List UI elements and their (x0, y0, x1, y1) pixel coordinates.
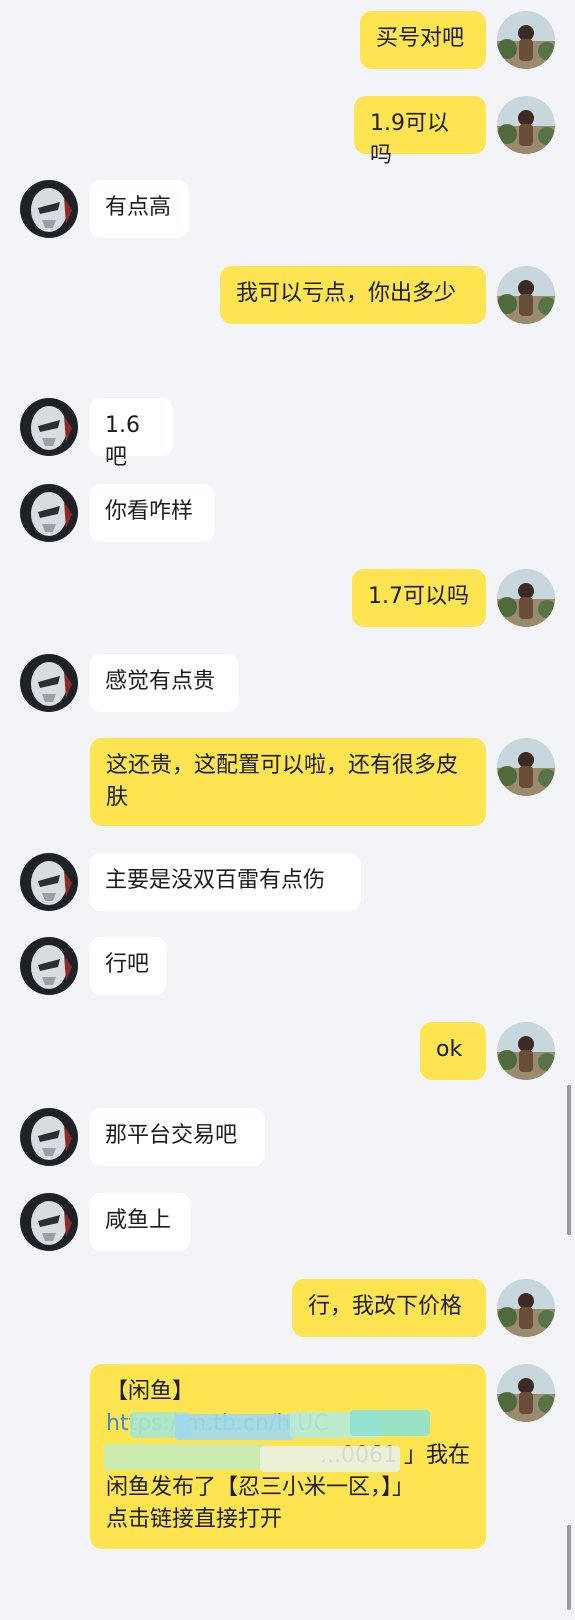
contact-avatar-icon[interactable] (20, 937, 78, 995)
message-bubble[interactable]: 1.7可以吗 (352, 569, 486, 627)
contact-avatar-icon[interactable] (20, 484, 78, 542)
redaction-blur (260, 1446, 400, 1472)
user-avatar-image (497, 96, 555, 154)
user-avatar-icon[interactable] (497, 11, 555, 69)
user-avatar-image (497, 11, 555, 69)
message-text: 1.9可以吗 (370, 111, 449, 168)
incoming-message-row: 你看咋样 (0, 484, 575, 542)
user-avatar-image (497, 569, 555, 627)
message-bubble[interactable]: 行吧 (89, 937, 167, 995)
message-bubble[interactable]: 1.9可以吗 (354, 96, 486, 168)
message-bubble[interactable]: 【闲鱼】https://m.tb.cn/h.UC...0061 」我在闲鱼发布了… (90, 1364, 486, 1549)
contact-avatar-icon[interactable] (20, 398, 78, 456)
outgoing-message-row: 这还贵，这配置可以啦，还有很多皮肤 (0, 738, 575, 826)
message-bubble[interactable]: 1.6吧 (89, 398, 173, 470)
outgoing-message-row: 行，我改下价格 (0, 1279, 575, 1337)
message-text: 行，我改下价格 (308, 1294, 463, 1319)
share-header-text: 【闲鱼】 (106, 1379, 195, 1404)
message-text: 1.7可以吗 (368, 584, 469, 609)
outgoing-message-row: 买号对吧 (0, 11, 575, 69)
message-bubble[interactable]: 那平台交易吧 (89, 1108, 265, 1166)
message-text: 你看咋样 (105, 499, 194, 524)
message-text: 行吧 (105, 952, 150, 977)
contact-avatar-image (20, 180, 78, 238)
incoming-message-row: 行吧 (0, 937, 575, 995)
share-description-text: 闲鱼发布了【忍三小米一区，】」 (106, 1475, 415, 1500)
message-text: 买号对吧 (376, 26, 465, 51)
outgoing-message-row: 【闲鱼】https://m.tb.cn/h.UC...0061 」我在闲鱼发布了… (0, 1364, 575, 1549)
message-bubble[interactable]: 行，我改下价格 (292, 1279, 486, 1337)
message-bubble[interactable]: 感觉有点贵 (89, 654, 239, 712)
outgoing-message-row: 1.7可以吗 (0, 569, 575, 627)
contact-avatar-image (20, 654, 78, 712)
scrollbar-thumb[interactable] (567, 1085, 571, 1235)
user-avatar-icon[interactable] (497, 266, 555, 324)
user-avatar-icon[interactable] (497, 1279, 555, 1337)
contact-avatar-image (20, 1108, 78, 1166)
message-bubble[interactable]: 主要是没双百雷有点伤 (89, 853, 361, 911)
message-text: 咸鱼上 (105, 1208, 172, 1233)
contact-avatar-image (20, 1193, 78, 1251)
message-text: ok (436, 1037, 463, 1062)
incoming-message-row: 感觉有点贵 (0, 654, 575, 712)
incoming-message-row: 主要是没双百雷有点伤 (0, 853, 575, 911)
user-avatar-image (497, 266, 555, 324)
contact-avatar-icon[interactable] (20, 654, 78, 712)
user-avatar-icon[interactable] (497, 569, 555, 627)
outgoing-message-row: ok (0, 1022, 575, 1080)
outgoing-message-row: 1.9可以吗 (0, 96, 575, 168)
message-text: 有点高 (105, 195, 172, 220)
user-avatar-icon[interactable] (497, 96, 555, 154)
redaction-blur (175, 1414, 295, 1440)
incoming-message-row: 有点高 (0, 180, 575, 238)
contact-avatar-image (20, 853, 78, 911)
contact-avatar-image (20, 398, 78, 456)
user-avatar-icon[interactable] (497, 738, 555, 796)
contact-avatar-icon[interactable] (20, 1193, 78, 1251)
user-avatar-image (497, 1364, 555, 1422)
message-bubble[interactable]: 咸鱼上 (89, 1193, 191, 1251)
contact-avatar-icon[interactable] (20, 853, 78, 911)
message-bubble[interactable]: 你看咋样 (89, 484, 215, 542)
redaction-blur (104, 1444, 264, 1470)
share-instruction-text: 点击链接直接打开 (106, 1507, 283, 1532)
message-text: 那平台交易吧 (105, 1123, 238, 1148)
scrollbar-thumb-lower[interactable] (567, 1525, 571, 1610)
incoming-message-row: 那平台交易吧 (0, 1108, 575, 1166)
message-bubble[interactable]: 有点高 (89, 180, 189, 238)
message-bubble[interactable]: 我可以亏点，你出多少 (220, 266, 486, 324)
user-avatar-image (497, 738, 555, 796)
outgoing-message-row: 我可以亏点，你出多少 (0, 266, 575, 324)
user-avatar-image (497, 1022, 555, 1080)
message-text: 这还贵，这配置可以啦，还有很多皮肤 (106, 753, 459, 810)
message-bubble[interactable]: 买号对吧 (360, 11, 486, 69)
message-text: 主要是没双百雷有点伤 (105, 868, 326, 893)
user-avatar-icon[interactable] (497, 1022, 555, 1080)
message-text: 感觉有点贵 (105, 669, 216, 694)
message-text: 我可以亏点，你出多少 (236, 281, 457, 306)
contact-avatar-icon[interactable] (20, 1108, 78, 1166)
contact-avatar-icon[interactable] (20, 180, 78, 238)
incoming-message-row: 咸鱼上 (0, 1193, 575, 1251)
user-avatar-icon[interactable] (497, 1364, 555, 1422)
message-bubble[interactable]: 这还贵，这配置可以啦，还有很多皮肤 (90, 738, 486, 826)
incoming-message-row: 1.6吧 (0, 398, 575, 470)
redaction-blur (350, 1410, 430, 1436)
message-text: 1.6吧 (105, 413, 140, 470)
chat-message-list[interactable]: 买号对吧 1.9可以吗有点高我可以亏点，你出多少 1.6吧你看咋样 1.7可以吗感觉有… (0, 0, 575, 1620)
message-bubble[interactable]: ok (420, 1022, 486, 1080)
contact-avatar-image (20, 937, 78, 995)
contact-avatar-image (20, 484, 78, 542)
user-avatar-image (497, 1279, 555, 1337)
